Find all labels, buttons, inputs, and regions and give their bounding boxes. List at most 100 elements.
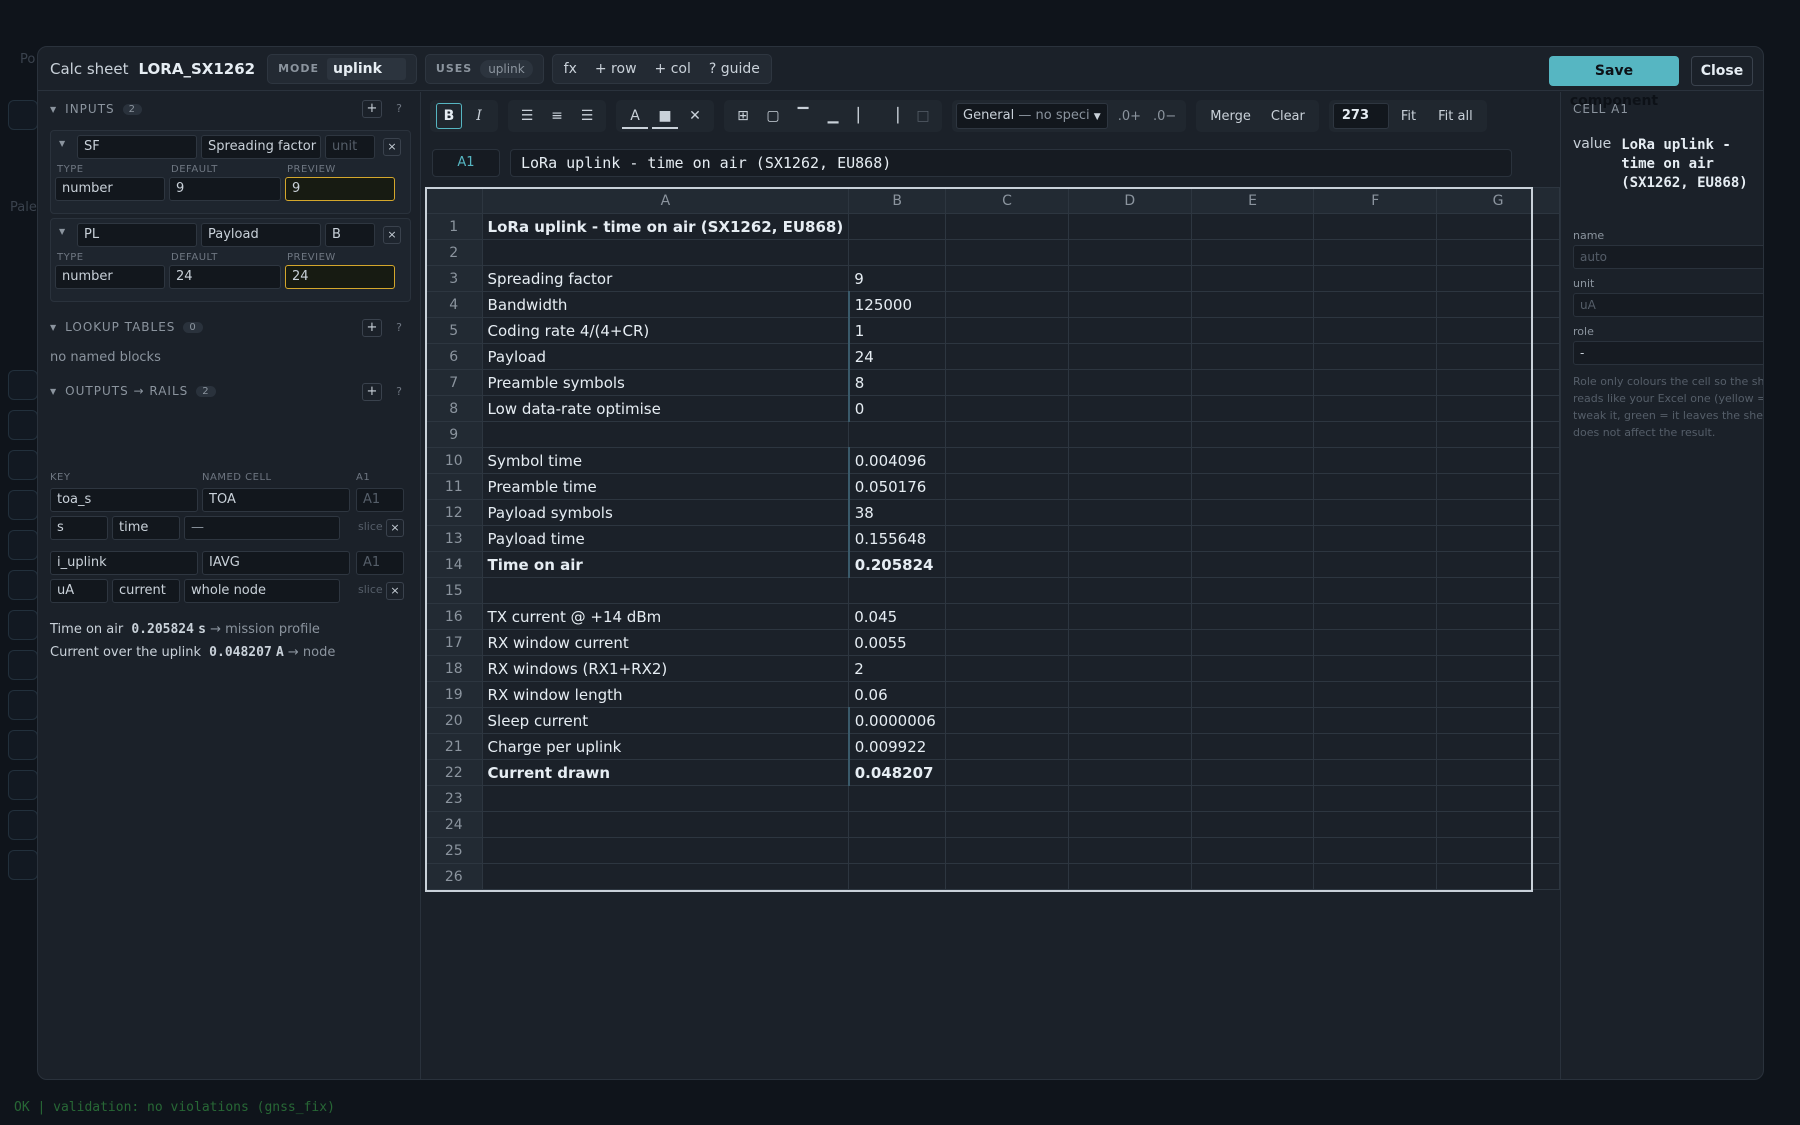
text-color-icon[interactable]: A [622,103,648,129]
cell-a[interactable]: Sleep current [481,707,850,734]
number-format-select[interactable]: General — no speci ▼ [956,103,1108,129]
align-right-icon[interactable]: ☰ [574,103,600,129]
output-a1-field[interactable]: A1 [356,551,404,575]
cell-b[interactable]: 0.155648 [847,525,947,552]
empty-cell[interactable] [1190,239,1315,266]
remove-input-icon[interactable]: × [383,226,401,244]
empty-cell[interactable] [1313,551,1438,578]
uses-tag[interactable]: uplink [480,59,533,78]
empty-cell[interactable] [1436,317,1560,344]
empty-cell[interactable] [1190,551,1315,578]
column-header[interactable]: B [848,187,947,214]
cell-a[interactable] [481,577,850,604]
empty-cell[interactable] [945,681,1069,708]
output-scope-field[interactable]: — [184,516,340,540]
empty-cell[interactable] [945,473,1069,500]
empty-cell[interactable] [945,499,1069,526]
add-output-button[interactable]: + [362,383,382,401]
empty-cell[interactable] [945,317,1069,344]
fill-color-icon[interactable]: ■ [652,103,678,129]
empty-cell[interactable] [1190,447,1315,474]
cell-a[interactable] [481,811,850,838]
clear-button[interactable]: Clear [1261,109,1315,124]
slice-label[interactable]: slice [358,520,383,533]
save-component-button[interactable]: Save component [1549,56,1679,109]
cell-b[interactable]: 38 [847,499,947,526]
empty-cell[interactable] [945,551,1069,578]
empty-cell[interactable] [1067,369,1192,396]
empty-cell[interactable] [1313,707,1438,734]
empty-cell[interactable] [1436,577,1560,604]
cell-a[interactable]: RX window current [481,629,850,656]
cell-a[interactable] [481,421,850,448]
row-header[interactable]: 10 [425,447,483,474]
cell-b[interactable]: 24 [847,343,947,370]
empty-cell[interactable] [1190,213,1315,240]
row-header[interactable]: 20 [425,707,483,734]
row-header[interactable]: 4 [425,291,483,318]
output-key-field[interactable]: toa_s [50,488,198,512]
empty-cell[interactable] [1067,239,1192,266]
empty-cell[interactable] [1190,473,1315,500]
empty-cell[interactable] [1067,577,1192,604]
empty-cell[interactable] [945,837,1069,864]
empty-cell[interactable] [945,811,1069,838]
cell-a[interactable]: Payload symbols [481,499,850,526]
cell-a[interactable]: TX current @ +14 dBm [481,603,850,630]
empty-cell[interactable] [1067,733,1192,760]
empty-cell[interactable] [945,213,1069,240]
row-header[interactable]: 23 [425,785,483,812]
empty-cell[interactable] [1067,785,1192,812]
row-header[interactable]: 1 [425,213,483,240]
empty-cell[interactable] [1436,603,1560,630]
empty-cell[interactable] [1313,265,1438,292]
guide-button[interactable]: ? guide [700,54,769,84]
cell-a[interactable]: RX windows (RX1+RX2) [481,655,850,682]
fx-button[interactable]: fx [555,54,586,84]
cell-a[interactable]: Payload [481,343,850,370]
cell-b[interactable]: 0.009922 [847,733,947,760]
row-header[interactable]: 24 [425,811,483,838]
empty-cell[interactable] [1313,343,1438,370]
empty-cell[interactable] [945,369,1069,396]
empty-cell[interactable] [1067,759,1192,786]
inputs-help-icon[interactable]: ? [390,100,408,118]
empty-cell[interactable] [1313,213,1438,240]
empty-cell[interactable] [1190,421,1315,448]
cell-a[interactable]: Symbol time [481,447,850,474]
column-header[interactable]: C [945,187,1069,214]
input-unit-field[interactable]: B [325,223,375,247]
empty-cell[interactable] [945,733,1069,760]
empty-cell[interactable] [1436,681,1560,708]
empty-cell[interactable] [1313,291,1438,318]
corner-cell[interactable] [425,187,483,214]
cell-b[interactable]: 0.205824 [847,551,947,578]
row-header[interactable]: 3 [425,265,483,292]
lookup-help-icon[interactable]: ? [390,319,408,337]
column-header[interactable]: E [1190,187,1315,214]
input-label-field[interactable]: Payload [201,223,321,247]
empty-cell[interactable] [945,421,1069,448]
outputs-header[interactable]: ▼ OUTPUTS → RAILS 2 [50,384,216,398]
empty-cell[interactable] [1313,473,1438,500]
row-header[interactable]: 12 [425,499,483,526]
empty-cell[interactable] [1190,811,1315,838]
empty-cell[interactable] [1190,759,1315,786]
empty-cell[interactable] [1190,603,1315,630]
cell-b[interactable]: 0.048207 [847,759,947,786]
border-right-icon[interactable]: ▕ [880,103,906,129]
output-quantity-field[interactable]: current [112,579,180,603]
clear-format-icon[interactable]: ✕ [682,103,708,129]
empty-cell[interactable] [945,603,1069,630]
empty-cell[interactable] [1190,577,1315,604]
empty-cell[interactable] [1190,395,1315,422]
input-default-field[interactable]: 9 [169,177,281,201]
row-header[interactable]: 17 [425,629,483,656]
cell-b[interactable]: 1 [847,317,947,344]
empty-cell[interactable] [1436,707,1560,734]
cell-a[interactable] [481,837,850,864]
cell-b[interactable]: 0.06 [848,681,947,708]
empty-cell[interactable] [1190,525,1315,552]
empty-cell[interactable] [1436,837,1560,864]
empty-cell[interactable] [945,265,1069,292]
